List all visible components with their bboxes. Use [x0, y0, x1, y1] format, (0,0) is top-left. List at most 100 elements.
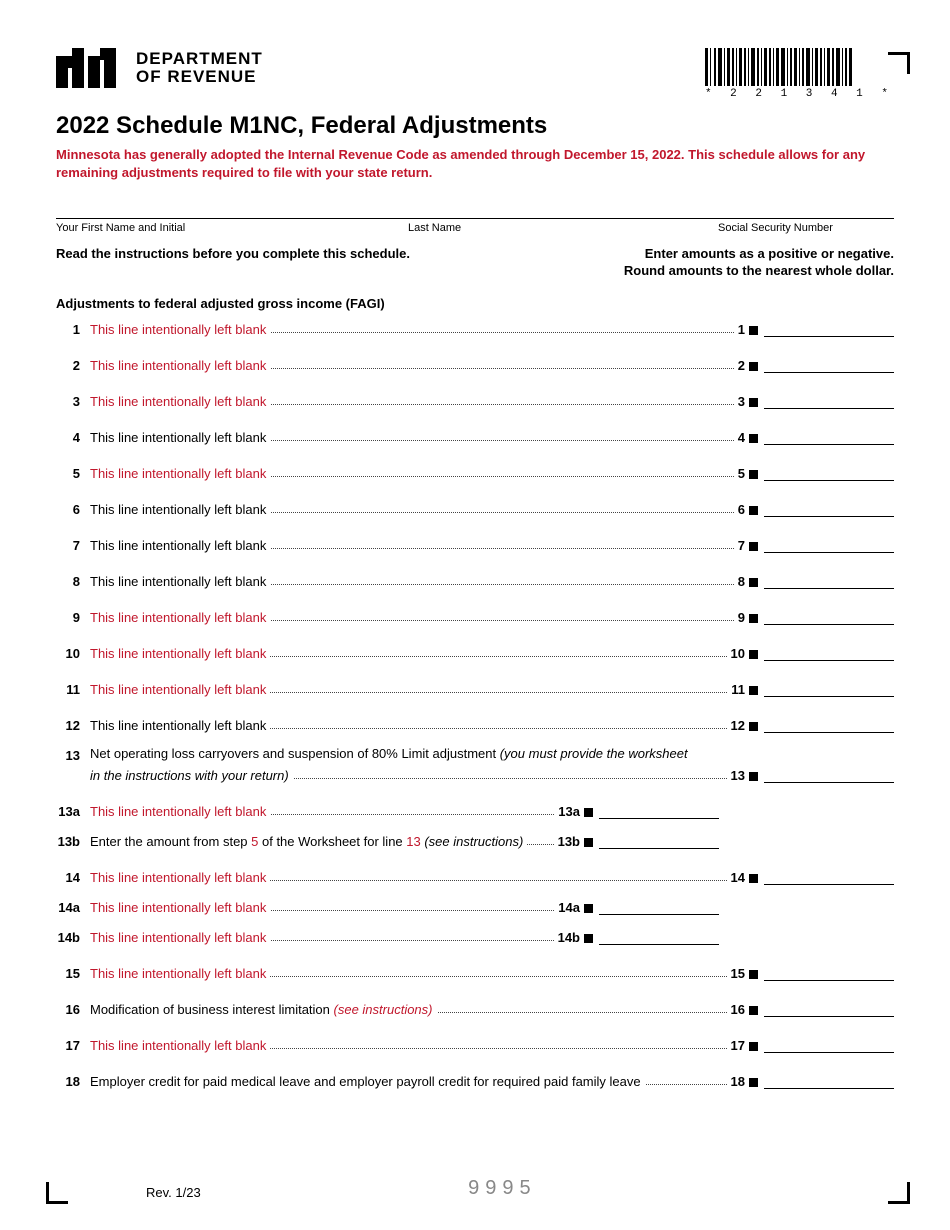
amount-input[interactable] — [764, 1003, 894, 1017]
line-text: This line intentionally left blank — [90, 394, 270, 409]
amount-input[interactable] — [764, 1075, 894, 1089]
ssn-field[interactable]: Social Security Number — [718, 218, 894, 234]
first-name-field[interactable]: Your First Name and Initial — [56, 218, 408, 234]
amount-input[interactable] — [764, 503, 894, 517]
marker-icon — [749, 686, 758, 695]
line-11: 11 This line intentionally left blank 11 — [56, 677, 894, 697]
line-number: 10 — [56, 646, 90, 661]
line-7: 7 This line intentionally left blank 7 — [56, 533, 894, 553]
line-end-number: 16 — [731, 1002, 745, 1017]
instructions-right-l1: Enter amounts as a positive or negative. — [624, 246, 894, 263]
line-end-number: 1 — [738, 322, 745, 337]
line-12: 12 This line intentionally left blank 12 — [56, 713, 894, 733]
form-title: 2022 Schedule M1NC, Federal Adjustments — [56, 112, 894, 140]
line-number: 13 — [56, 748, 90, 763]
last-name-field[interactable]: Last Name — [408, 218, 718, 234]
marker-icon — [749, 874, 758, 883]
line-text: This line intentionally left blank — [90, 466, 270, 481]
line-14b: 14b This line intentionally left blank 1… — [56, 925, 894, 945]
line-end-number: 2 — [738, 358, 745, 373]
marker-icon — [584, 838, 593, 847]
crop-mark-br — [888, 1182, 910, 1204]
line-1: 1 This line intentionally left blank 1 — [56, 317, 894, 337]
line-13b: 13b Enter the amount from step 5 of the … — [56, 829, 894, 849]
instructions-row: Read the instructions before you complet… — [56, 246, 894, 280]
amount-input[interactable] — [764, 1039, 894, 1053]
marker-icon — [749, 578, 758, 587]
crop-mark-tr — [888, 52, 910, 74]
amount-input[interactable] — [764, 359, 894, 373]
amount-input[interactable] — [764, 683, 894, 697]
amount-input[interactable] — [599, 931, 719, 945]
line-text: This line intentionally left blank — [90, 966, 270, 981]
marker-icon — [584, 904, 593, 913]
page-footer: Rev. 1/23 9995 — [56, 1177, 894, 1200]
line-end-number: 14 — [731, 870, 745, 885]
amount-input[interactable] — [764, 611, 894, 625]
amount-input[interactable] — [764, 395, 894, 409]
line-text: This line intentionally left blank — [90, 358, 270, 373]
line-end-number: 13a — [558, 804, 580, 819]
marker-icon — [749, 398, 758, 407]
line-number: 2 — [56, 358, 90, 373]
marker-icon — [584, 808, 593, 817]
barcode: * 2 2 1 3 4 1 * — [705, 48, 894, 100]
line-text: Employer credit for paid medical leave a… — [90, 1074, 645, 1089]
line-end-number: 17 — [731, 1038, 745, 1053]
amount-input[interactable] — [764, 647, 894, 661]
line-number: 1 — [56, 322, 90, 337]
amount-input[interactable] — [764, 431, 894, 445]
line-end-number: 14a — [558, 900, 580, 915]
line-end-number: 18 — [731, 1074, 745, 1089]
line-number: 14 — [56, 870, 90, 885]
amount-input[interactable] — [764, 769, 894, 783]
taxpayer-name-row: Your First Name and Initial Last Name So… — [56, 218, 894, 234]
agency-name: DEPARTMENT OF REVENUE — [136, 50, 263, 86]
line-end-number: 4 — [738, 430, 745, 445]
line-number: 11 — [56, 682, 90, 697]
line-number: 6 — [56, 502, 90, 517]
line-end-number: 6 — [738, 502, 745, 517]
line-10: 10 This line intentionally left blank 10 — [56, 641, 894, 661]
amount-input[interactable] — [764, 467, 894, 481]
line-end-number: 14b — [558, 930, 580, 945]
marker-icon — [749, 506, 758, 515]
amount-input[interactable] — [599, 835, 719, 849]
header: DEPARTMENT OF REVENUE — [56, 48, 894, 100]
section-heading: Adjustments to federal adjusted gross in… — [56, 296, 894, 311]
amount-input[interactable] — [764, 323, 894, 337]
line-number: 17 — [56, 1038, 90, 1053]
marker-icon — [749, 1078, 758, 1087]
line-text: This line intentionally left blank — [90, 870, 270, 885]
line-text: This line intentionally left blank — [90, 930, 270, 945]
line-3: 3 This line intentionally left blank 3 — [56, 389, 894, 409]
marker-icon — [749, 362, 758, 371]
line-14a: 14a This line intentionally left blank 1… — [56, 895, 894, 915]
line-number: 13b — [56, 834, 90, 849]
amount-input[interactable] — [764, 539, 894, 553]
line-text: This line intentionally left blank — [90, 900, 270, 915]
amount-input[interactable] — [599, 901, 719, 915]
line-end-number: 15 — [731, 966, 745, 981]
line-number: 9 — [56, 610, 90, 625]
amount-input[interactable] — [599, 805, 719, 819]
amount-input[interactable] — [764, 967, 894, 981]
marker-icon — [749, 1006, 758, 1015]
agency-logo: DEPARTMENT OF REVENUE — [56, 48, 263, 88]
amount-input[interactable] — [764, 575, 894, 589]
instructions-right: Enter amounts as a positive or negative.… — [624, 246, 894, 280]
line-8: 8 This line intentionally left blank 8 — [56, 569, 894, 589]
line-text: This line intentionally left blank — [90, 718, 270, 733]
line-number: 7 — [56, 538, 90, 553]
amount-input[interactable] — [764, 719, 894, 733]
line-text: This line intentionally left blank — [90, 502, 270, 517]
line-text: This line intentionally left blank — [90, 430, 270, 445]
line-text: Modification of business interest limita… — [90, 1002, 437, 1017]
line-end-number: 12 — [731, 718, 745, 733]
line-5: 5 This line intentionally left blank 5 — [56, 461, 894, 481]
barcode-text: * 2 2 1 3 4 1 * — [705, 88, 894, 100]
footer-code: 9995 — [201, 1177, 804, 1200]
amount-input[interactable] — [764, 871, 894, 885]
marker-icon — [749, 470, 758, 479]
line-text: This line intentionally left blank — [90, 322, 270, 337]
